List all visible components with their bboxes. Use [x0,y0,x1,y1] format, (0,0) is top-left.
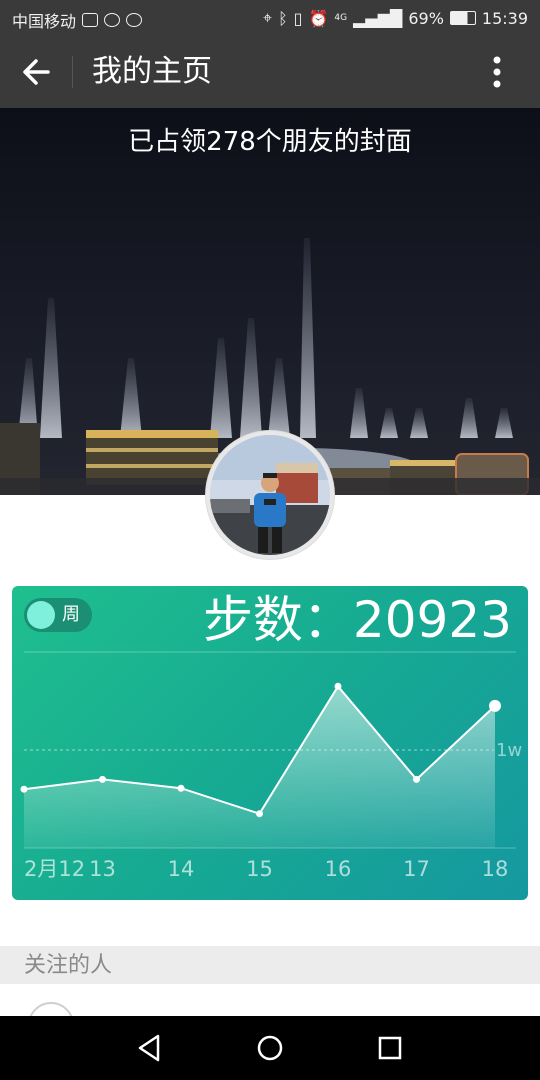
alarm-icon: ⏰ [308,8,329,28]
signal-icon: ▂▄▆█ [353,8,403,28]
bluetooth-icon: ᛒ [278,8,288,28]
avatar[interactable] [206,431,334,559]
steps-total: 步数：20923 [202,591,512,649]
data-point[interactable] [334,682,342,690]
title-divider [72,56,73,88]
page-title: 我的主页 [92,54,212,89]
more-vertical-icon[interactable] [482,52,512,92]
network-type: 4G [334,12,348,23]
battery-level: 69% [408,8,444,28]
wechat-icon [104,13,121,27]
follow-section-label: 关注的人 [24,953,113,978]
navigation-bar [0,1016,540,1080]
vibrate-icon: ▯ [293,8,303,28]
follow-list[interactable] [0,984,540,1018]
follow-section-header: 关注的人 [0,946,540,984]
app-icon [126,13,143,27]
status-bar: 中国移动 ⌖ ᛒ ▯ ⏰ 4G ▂▄▆█ 69% 15:39 [0,0,540,36]
x-tick-label: 13 [89,857,116,881]
x-tick-label: 14 [168,857,195,881]
x-tick-label: 18 [482,857,509,881]
reference-label: 1w [496,740,522,761]
clock: 15:39 [481,8,528,28]
nav-recents-icon[interactable] [372,1030,408,1066]
x-tick-label: 17 [403,857,430,881]
data-point[interactable] [256,810,263,818]
battery-icon [449,11,476,25]
toggle-label: 周 [62,604,80,625]
title-bar: 我的主页 [0,36,540,108]
toggle-knob[interactable] [27,601,55,629]
carrier-label: 中国移动 [12,12,77,31]
nav-home-icon[interactable] [252,1030,288,1066]
x-tick-label: 15 [246,857,273,881]
avatar-photo [210,435,330,555]
data-point[interactable] [99,775,106,783]
activity-icon [82,13,99,27]
cover-caption: 已占领278个朋友的封面 [128,127,412,157]
back-arrow-icon[interactable] [16,52,56,92]
steps-area [24,686,495,848]
x-tick-label: 2月12 [24,857,85,881]
x-tick-label: 16 [325,857,352,881]
data-point[interactable] [20,785,28,793]
period-toggle[interactable]: 周 [24,598,92,632]
chart-marks: 2月12 13 14 15 16 17 18 [20,682,509,881]
status-bar-left: 中国移动 [12,8,143,32]
data-point[interactable] [177,784,185,792]
nav-back-icon[interactable] [132,1030,168,1066]
data-point[interactable] [489,699,501,712]
location-icon: ⌖ [263,8,273,27]
data-point[interactable] [413,775,420,783]
status-bar-right: ⌖ ᛒ ▯ ⏰ 4G ▂▄▆█ 69% 15:39 [263,8,528,28]
